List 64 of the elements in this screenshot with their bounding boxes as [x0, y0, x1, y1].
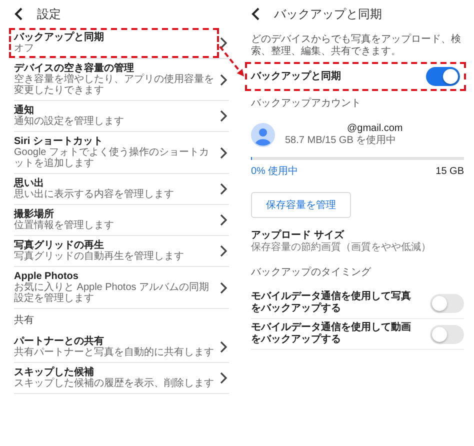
item-title: バックアップと同期 — [14, 32, 104, 43]
settings-item[interactable]: 思い出 思い出に表示する内容を管理します — [14, 174, 229, 205]
account-email: @gmail.com — [347, 123, 403, 134]
item-subtitle: 位置情報を管理します — [14, 220, 114, 231]
item-title: 写真グリッドの再生 — [14, 240, 104, 251]
section-header: バックアップのタイミング — [251, 266, 372, 280]
screen-title: 設定 — [37, 6, 61, 22]
chevron-icon — [220, 183, 227, 195]
toggle-switch[interactable] — [430, 324, 464, 344]
storage-total: 15 GB — [436, 166, 464, 178]
settings-item[interactable]: 写真グリッドの再生 写真グリッドの自動再生を管理します — [14, 236, 229, 267]
item-subtitle: 写真グリッドの自動再生を管理します — [14, 251, 184, 262]
usage-percent: 0% 使用中 — [251, 166, 298, 178]
toggle-switch[interactable] — [430, 294, 464, 312]
toggle-label: バックアップと同期 — [251, 70, 341, 82]
item-subtitle: 通知の設定を管理します — [14, 116, 124, 127]
settings-item[interactable]: パートナーとの共有 共有パートナーと写真を自動的に共有します — [14, 332, 229, 363]
item-title: 通知 — [14, 105, 34, 116]
item-subtitle: お気に入りと Apple Photos アルバムの同期設定を管理します — [14, 282, 210, 304]
item-subtitle: Google フォトでよく使う操作のショートカットを追加します — [14, 147, 210, 169]
item-title: 思い出 — [14, 178, 44, 189]
chevron-icon — [220, 74, 227, 86]
toggle-label: モバイルデータ通信を使用して写真をバックアップする — [251, 291, 412, 315]
item-subtitle: 空き容量を増やしたり、アプリの使用容量を変更したりできます — [14, 74, 214, 96]
item-subtitle: スキップした候補の履歴を表示、削除します — [14, 378, 214, 389]
chevron-icon — [220, 214, 227, 226]
item-subtitle: 保存容量の節約画質（画質をやや低減） — [251, 242, 431, 254]
item-subtitle: 思い出に表示する内容を管理します — [14, 189, 174, 200]
upload-size-item[interactable]: アップロード サイズ 保存容量の節約画質（画質をやや低減） — [251, 226, 464, 258]
settings-item[interactable]: 撮影場所 位置情報を管理します — [14, 205, 229, 236]
annotation-arrow — [219, 46, 244, 76]
settings-item[interactable]: デバイスの空き容量の管理 空き容量を増やしたり、アプリの使用容量を変更したりできます — [14, 59, 229, 101]
item-title: デバイスの空き容量の管理 — [14, 63, 134, 74]
manage-storage-button[interactable]: 保存容量を管理 — [251, 192, 351, 218]
section-header: 共有 — [14, 314, 35, 328]
item-title: アップロード サイズ — [251, 230, 344, 242]
item-title: スキップした候補 — [14, 367, 94, 378]
settings-item[interactable]: Apple Photos お気に入りと Apple Photos アルバムの同期設定を管理します — [14, 267, 229, 309]
settings-item[interactable]: スキップした候補 スキップした候補の履歴を表示、削除します — [14, 363, 229, 394]
settings-item[interactable]: バックアップと同期 オフ — [14, 28, 229, 59]
item-title: パートナーとの共有 — [14, 336, 104, 347]
chevron-icon — [220, 146, 227, 158]
item-subtitle: オフ — [14, 43, 34, 54]
toggle-switch[interactable] — [426, 67, 460, 86]
toggle-label: モバイルデータ通信を使用して動画をバックアップする — [251, 322, 412, 346]
chevron-icon — [220, 110, 227, 122]
screen-title: バックアップと同期 — [274, 6, 382, 22]
chevron-icon — [220, 37, 227, 49]
item-title: 撮影場所 — [14, 209, 54, 220]
back-icon[interactable] — [14, 7, 23, 21]
chevron-icon — [220, 282, 227, 294]
chevron-icon — [220, 341, 227, 353]
description-text: どのデバイスからでも写真をアップロード、検索、整理、編集、共有できます。 — [251, 34, 462, 58]
settings-item[interactable]: Siri ショートカット Google フォトでよく使う操作のショートカットを追加します — [14, 132, 229, 174]
settings-item[interactable]: 通知 通知の設定を管理します — [14, 101, 229, 132]
section-header: バックアップアカウント — [251, 96, 362, 111]
chevron-icon — [220, 245, 227, 257]
storage-usage: 58.7 MB/15 GB を使用中 — [285, 135, 396, 147]
avatar-icon — [251, 123, 275, 147]
item-title: Siri ショートカット — [14, 136, 103, 147]
chevron-icon — [220, 372, 227, 384]
item-subtitle: 共有パートナーと写真を自動的に共有します — [14, 347, 214, 358]
back-icon[interactable] — [251, 7, 260, 21]
item-title: Apple Photos — [14, 271, 78, 282]
